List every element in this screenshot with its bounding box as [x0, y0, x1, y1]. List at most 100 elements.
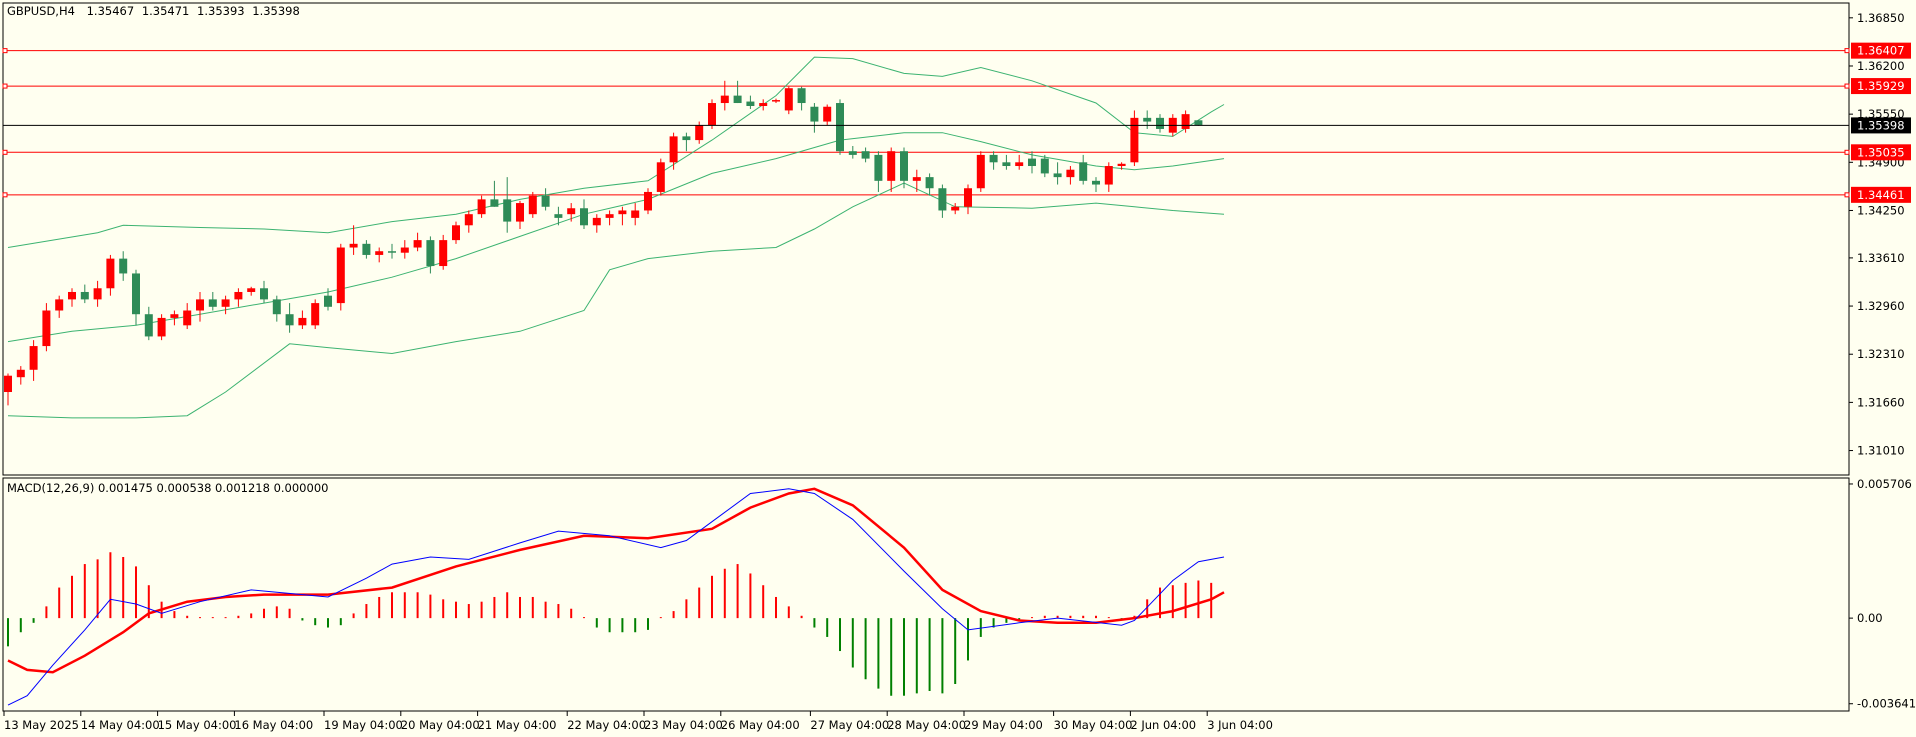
time-tick-label: 27 May 04:00 [810, 718, 889, 732]
level-handle-left [2, 83, 8, 89]
time-tick-label: 21 May 04:00 [478, 718, 557, 732]
candle-body [951, 206, 960, 211]
candle-body [938, 188, 947, 211]
candle-body [132, 273, 140, 315]
time-tick-label: 15 May 04:00 [158, 718, 237, 732]
time-tick-label: 22 May 04:00 [567, 718, 646, 732]
candle-body [426, 240, 435, 267]
candle-body [989, 154, 998, 163]
level-handle-left [2, 192, 8, 198]
level-price-label: 1.36407 [1857, 44, 1905, 58]
candle-body [1066, 169, 1075, 178]
candle-body [503, 199, 512, 222]
time-tick-label: 14 May 04:00 [81, 718, 160, 732]
candle-body [797, 88, 806, 104]
price-tick-label: 1.36200 [1857, 59, 1905, 73]
candle-body [618, 210, 627, 215]
candle-body [144, 314, 153, 337]
candle-body [554, 214, 563, 218]
candle-body [759, 103, 768, 106]
candle-body [157, 317, 166, 337]
candle-body [1015, 162, 1024, 167]
candle-body [708, 103, 716, 126]
candle-body [311, 303, 320, 326]
candle-body [964, 188, 972, 207]
macd-label: MACD(12,26,9) 0.001475 0.000538 0.001218… [7, 481, 328, 495]
candle-body [221, 299, 230, 307]
level-price-label: 1.35929 [1857, 79, 1905, 93]
candle-body [528, 195, 537, 215]
time-tick-label: 19 May 04:00 [324, 718, 403, 732]
candle-body [784, 88, 793, 111]
price-tick-label: 1.32310 [1857, 347, 1905, 361]
candle-body [29, 346, 38, 370]
candle-body [388, 251, 396, 253]
level-handle-right [1844, 83, 1850, 89]
level-price-label: 1.35035 [1857, 145, 1905, 159]
time-tick-label: 30 May 04:00 [1054, 718, 1133, 732]
candle-body [490, 199, 499, 207]
macd-tick-label: 0.005706 [1857, 477, 1912, 491]
candle-body [1143, 117, 1152, 122]
level-handle-left [2, 48, 8, 54]
candle-body [93, 288, 102, 300]
candle-body [4, 375, 12, 393]
candle-body [1092, 180, 1100, 185]
candle-body [362, 243, 371, 255]
candle-body [1130, 117, 1139, 163]
current-price-label: 1.35398 [1857, 118, 1905, 132]
candle-body [567, 208, 576, 215]
candle-body [887, 151, 896, 181]
candle-body [349, 243, 358, 248]
candle-body [605, 214, 614, 218]
candle-body [912, 177, 921, 181]
level-handle-left [2, 149, 8, 155]
candle-body [695, 125, 704, 141]
candle-body [516, 203, 524, 222]
candle-body [644, 191, 652, 211]
candle-body [272, 299, 281, 315]
candle-body [669, 136, 678, 163]
candle-body [42, 310, 51, 347]
candle-body [452, 225, 460, 241]
candle-body [1117, 163, 1126, 167]
candle-body [400, 247, 409, 253]
candle-body [1194, 120, 1203, 126]
time-tick-label: 29 May 04:00 [964, 718, 1043, 732]
candle-body [1040, 158, 1049, 174]
macd-tick-label: 0.00 [1857, 611, 1883, 625]
candle-body [900, 151, 908, 181]
symbol-info: GBPUSD,H4 1.35467 1.35471 1.35393 1.3539… [7, 4, 300, 18]
time-tick-label: 2 Jun 04:00 [1130, 718, 1196, 732]
time-tick-label: 13 May 2025 [4, 718, 79, 732]
level-handle-right [1844, 192, 1850, 198]
candle-body [170, 314, 179, 318]
candle-body [324, 295, 332, 307]
candle-body [464, 214, 473, 226]
candle-body [477, 199, 486, 215]
candle-body [298, 317, 307, 326]
candle-body [592, 217, 601, 226]
candle-body [976, 154, 985, 189]
candle-body [861, 151, 870, 159]
candle-body [631, 210, 640, 218]
candle-body [285, 314, 294, 326]
candle-body [1002, 162, 1011, 167]
candle-body [733, 95, 742, 104]
time-tick-label: 16 May 04:00 [234, 718, 313, 732]
candle-body [247, 288, 256, 292]
candle-body [925, 177, 934, 189]
candle-body [183, 310, 192, 326]
candle-body [208, 299, 217, 307]
candle-body [260, 288, 268, 300]
time-tick-label: 3 Jun 04:00 [1207, 718, 1273, 732]
candle-body [810, 106, 819, 122]
candle-body [836, 103, 844, 152]
gbpusd-chart[interactable]: 1.368501.362001.355501.349001.342501.336… [0, 0, 1916, 737]
price-tick-label: 1.33610 [1857, 251, 1905, 265]
candle-body [1079, 162, 1088, 181]
level-handle-right [1844, 149, 1850, 155]
candle-body [55, 299, 64, 311]
time-tick-label: 26 May 04:00 [721, 718, 800, 732]
candle-body [580, 208, 588, 226]
